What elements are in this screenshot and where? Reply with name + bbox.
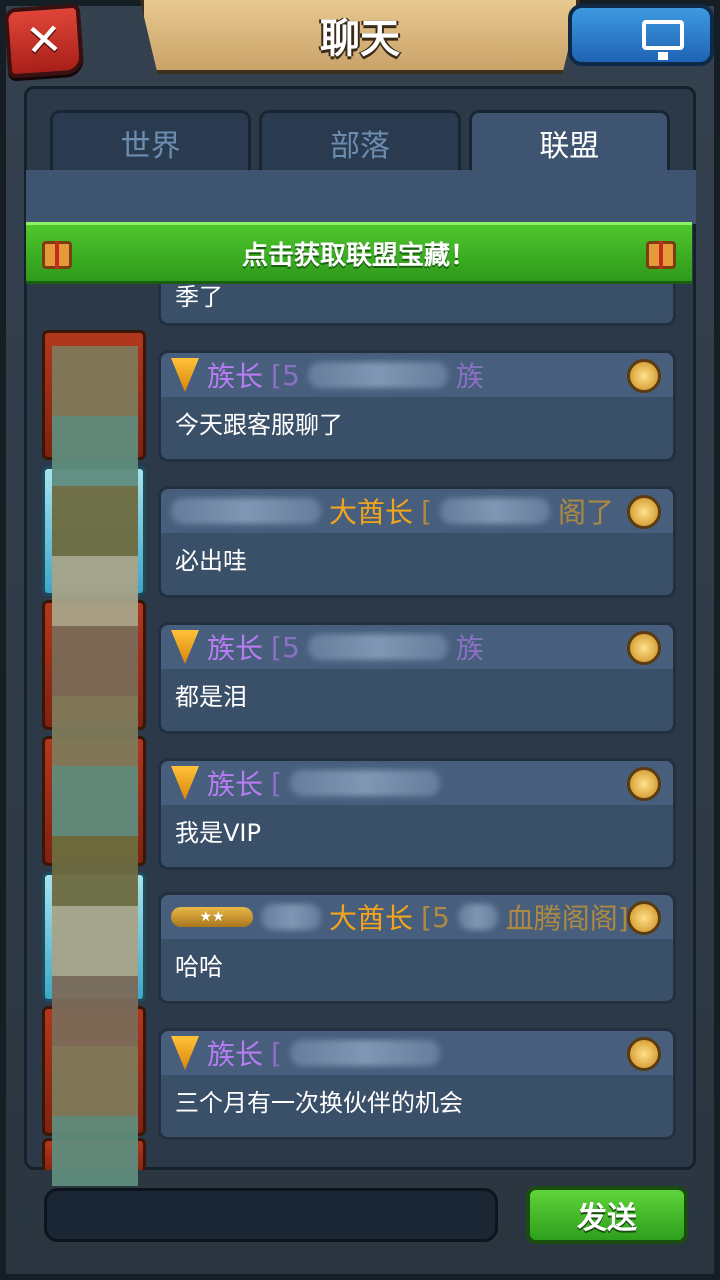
- shield-icon: [171, 766, 199, 800]
- alliance-treasure-banner[interactable]: 点击获取联盟宝藏！: [26, 222, 692, 284]
- send-button[interactable]: 发送: [526, 1186, 688, 1244]
- message-header: 族长 [: [161, 1031, 673, 1075]
- tab-content-strip: [26, 170, 696, 224]
- redacted-name: [171, 498, 321, 524]
- member-name-suffix: 族: [455, 632, 484, 665]
- message-text: 三个月有一次换伙伴的机会: [175, 1089, 463, 1117]
- member-role: 族长: [207, 1038, 264, 1071]
- message-text: 必出哇: [175, 547, 247, 575]
- banner-text: 点击获取联盟宝藏！: [241, 240, 476, 271]
- member-name: [5: [271, 630, 300, 664]
- message-item: 族长 [5 族 今天跟客服聊了: [158, 350, 676, 462]
- message-header: 大酋长 [ 阁了: [161, 489, 673, 533]
- message-text: 我是VIP: [175, 819, 261, 847]
- message-header: 族长 [5 族: [161, 353, 673, 397]
- member-name-suffix: 阁了: [557, 496, 614, 529]
- redacted-name: [439, 498, 550, 524]
- redacted-name: [457, 904, 498, 930]
- shield-icon: [171, 1036, 199, 1070]
- member-name: [5: [271, 358, 300, 392]
- redacted-name: [289, 1040, 440, 1066]
- medal-icon: [627, 767, 661, 801]
- chat-tabs: 世界 部落 联盟: [50, 110, 670, 172]
- message-item: 族长 [5 族 都是泪: [158, 622, 676, 734]
- member-role: 族长: [207, 360, 264, 393]
- member-name-suffix: 血腾阁阁]: [505, 902, 629, 935]
- member-name: [: [271, 1036, 282, 1070]
- medal-icon: [627, 631, 661, 665]
- member-role: 大酋长: [329, 902, 414, 935]
- message-text: 哈哈: [175, 953, 223, 981]
- tab-alliance[interactable]: 联盟: [468, 110, 670, 172]
- redacted-name: [307, 362, 448, 388]
- medal-icon: [627, 901, 661, 935]
- message-header: 族长 [5 族: [161, 625, 673, 669]
- member-name: [: [271, 766, 282, 800]
- message-item: 大酋长 [ 阁了 必出哇: [158, 486, 676, 598]
- message-text: 今天跟客服聊了: [175, 411, 343, 439]
- message-item: 族长 [ 我是VIP: [158, 758, 676, 870]
- medal-icon: [627, 359, 661, 393]
- message-item: ★★ 大酋长 [5 血腾阁阁] 哈哈: [158, 892, 676, 1004]
- member-role: 大酋长: [329, 496, 414, 529]
- monitor-icon: [642, 20, 684, 60]
- message-header: ★★ 大酋长 [5 血腾阁阁]: [161, 895, 673, 939]
- title-banner: 聊天: [140, 0, 580, 74]
- tab-world[interactable]: 世界: [50, 110, 252, 172]
- member-name: [: [421, 494, 432, 528]
- tab-tribe[interactable]: 部落: [259, 110, 461, 172]
- medal-icon: [627, 495, 661, 529]
- redacted-name: [261, 904, 321, 930]
- message-text: 都是泪: [175, 683, 247, 711]
- member-role: 族长: [207, 768, 264, 801]
- redacted-name: [289, 770, 440, 796]
- page-title: 聊天: [320, 16, 400, 62]
- member-role: 族长: [207, 632, 264, 665]
- shield-icon: [171, 358, 199, 392]
- member-name-suffix: 族: [455, 360, 484, 393]
- redacted-avatar-strip: [52, 346, 138, 1186]
- screen-toggle-button[interactable]: [568, 4, 714, 66]
- message-input[interactable]: [44, 1188, 498, 1242]
- member-name: [5: [421, 900, 450, 934]
- stars-icon: ★★: [171, 907, 253, 927]
- shield-icon: [171, 630, 199, 664]
- message-header: 族长 [: [161, 761, 673, 805]
- medal-icon: [627, 1037, 661, 1071]
- redacted-name: [307, 634, 448, 660]
- gift-icon: [646, 241, 676, 269]
- message-item: 族长 [ 三个月有一次换伙伴的机会: [158, 1028, 676, 1140]
- close-button[interactable]: ✕: [3, 3, 85, 79]
- close-icon: ✕: [23, 13, 65, 68]
- gift-icon: [42, 241, 72, 269]
